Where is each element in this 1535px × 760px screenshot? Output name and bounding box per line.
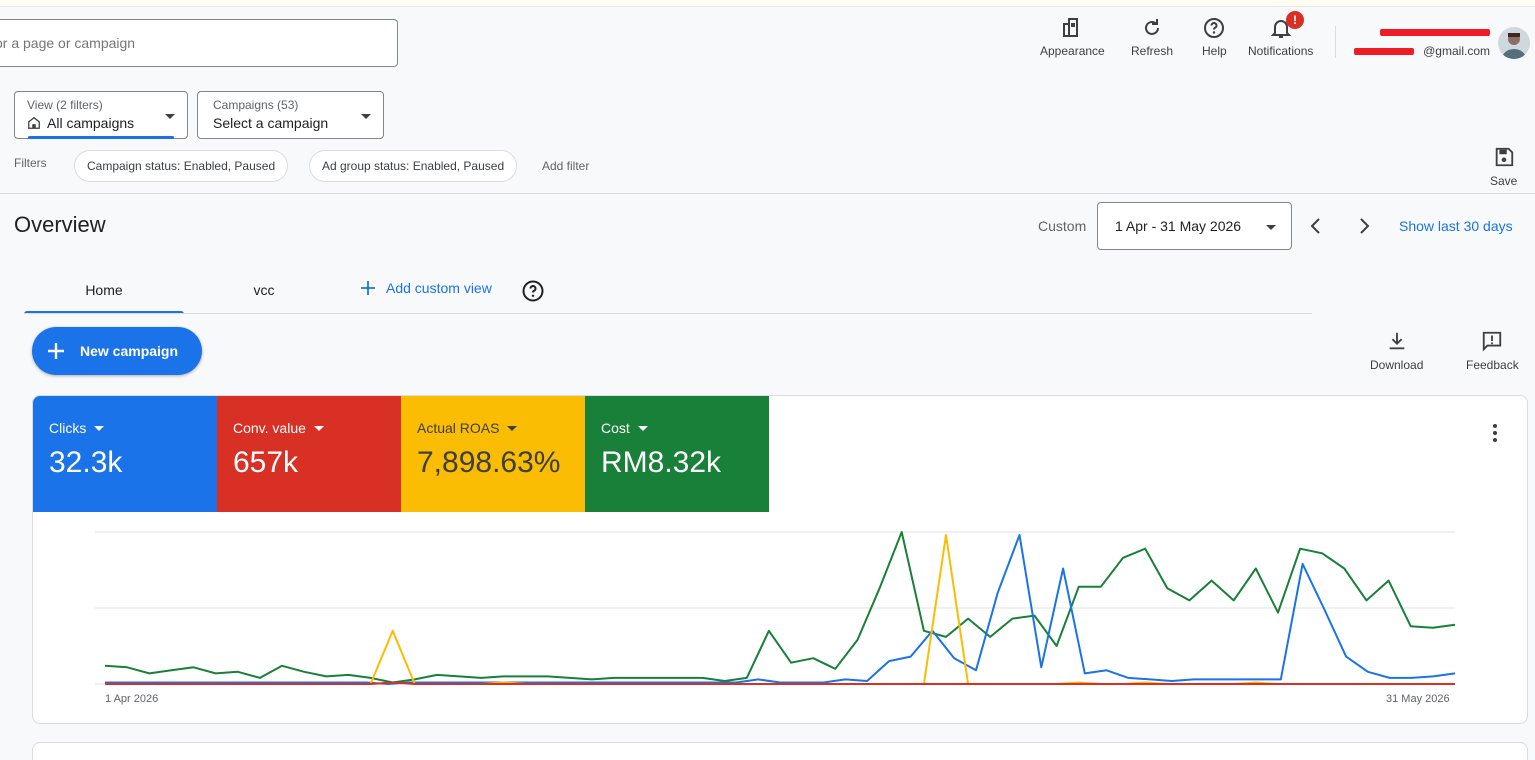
account-email: @gmail.com <box>1350 44 1490 58</box>
notification-badge: ! <box>1286 11 1304 29</box>
help-icon <box>1204 18 1225 38</box>
new-campaign-button[interactable]: New campaign <box>32 327 202 375</box>
metric-value: RM8.32k <box>601 446 722 479</box>
header-divider <box>0 193 1535 194</box>
chevron-down-icon <box>1266 225 1276 230</box>
appearance-label: Appearance <box>1040 44 1105 58</box>
feedback-icon <box>1483 331 1502 352</box>
view-dropdown-value: All campaigns <box>47 115 135 131</box>
avatar[interactable] <box>1498 27 1530 59</box>
help-button[interactable]: Help <box>1202 16 1227 58</box>
metric-conv-value[interactable]: Conv. value 657k <box>217 396 401 512</box>
performance-chart <box>95 531 1456 685</box>
add-custom-view-button[interactable]: Add custom view <box>360 280 492 296</box>
filter-chip-campaign-status[interactable]: Campaign status: Enabled, Paused <box>74 150 289 182</box>
date-mode-label: Custom <box>1038 218 1087 234</box>
search-input[interactable] <box>0 35 375 51</box>
campaign-dropdown[interactable]: Campaigns (53) Select a campaign <box>197 91 384 139</box>
metric-label: Clicks <box>49 420 87 436</box>
plus-icon <box>48 343 64 359</box>
caret-down-icon <box>313 425 324 431</box>
feedback-button[interactable]: Feedback <box>1466 330 1519 372</box>
metric-cost[interactable]: Cost RM8.32k <box>585 396 769 512</box>
view-dropdown-caption: View (2 filters) <box>27 98 103 112</box>
account-info[interactable]: @gmail.com <box>1350 26 1490 58</box>
caret-down-icon <box>507 425 518 431</box>
tab-vcc[interactable]: vcc <box>184 282 344 298</box>
add-custom-view-label: Add custom view <box>386 280 492 296</box>
download-button[interactable]: Download <box>1370 330 1423 372</box>
x-axis-end-label: 31 May 2026 <box>1386 693 1450 705</box>
performance-card: Clicks 32.3k Conv. value 657k Actual ROA… <box>32 395 1528 724</box>
date-range-dropdown[interactable]: 1 Apr - 31 May 2026 <box>1097 202 1292 250</box>
account-divider <box>1335 26 1336 58</box>
metric-value: 657k <box>233 446 299 479</box>
add-filter-button[interactable]: Add filter <box>542 159 589 173</box>
campaign-dropdown-caption: Campaigns (53) <box>213 98 299 112</box>
metric-value: 7,898.63% <box>417 446 561 479</box>
view-dropdown[interactable]: View (2 filters) All campaigns <box>14 91 188 139</box>
more-vert-icon[interactable] <box>1493 424 1497 442</box>
download-icon <box>1389 332 1405 350</box>
page-title: Overview <box>14 212 106 237</box>
campaign-dropdown-value: Select a campaign <box>213 115 329 131</box>
save-button[interactable]: Save <box>1490 146 1517 188</box>
account-email-suffix: @gmail.com <box>1423 44 1490 58</box>
filters-label: Filters <box>14 156 47 170</box>
chevron-left-icon[interactable] <box>1304 214 1328 238</box>
chart-series-line-2 <box>105 534 1455 685</box>
chart-series-line-1 <box>105 534 1456 685</box>
refresh-label: Refresh <box>1131 44 1174 58</box>
tabs-divider <box>24 313 1312 314</box>
store-icon <box>28 116 40 129</box>
chevron-down-icon <box>165 114 175 119</box>
avatar-image <box>1502 33 1526 59</box>
help-label: Help <box>1202 44 1227 58</box>
save-label: Save <box>1490 174 1518 188</box>
feedback-label: Feedback <box>1466 358 1519 372</box>
tab-home[interactable]: Home <box>24 282 184 298</box>
x-axis-start-label: 1 Apr 2026 <box>105 693 159 705</box>
refresh-button[interactable]: Refresh <box>1131 16 1173 58</box>
notifications-label: Notifications <box>1248 44 1314 58</box>
account-id-redacted <box>1350 26 1490 40</box>
view-dropdown-active-bar <box>28 136 174 139</box>
save-icon <box>1495 147 1513 167</box>
date-range-value: 1 Apr - 31 May 2026 <box>1115 218 1242 234</box>
filter-chip-ad-group-status[interactable]: Ad group status: Enabled, Paused <box>309 150 518 182</box>
refresh-icon <box>1145 19 1160 35</box>
metric-clicks[interactable]: Clicks 32.3k <box>33 396 217 512</box>
metric-label: Cost <box>601 420 630 436</box>
metric-label: Conv. value <box>233 420 306 436</box>
new-campaign-label: New campaign <box>80 343 179 359</box>
plus-icon <box>361 281 375 295</box>
appearance-button[interactable]: Appearance <box>1040 16 1105 58</box>
chevron-right-icon[interactable] <box>1352 214 1376 238</box>
metric-label: Actual ROAS <box>417 420 500 436</box>
metric-actual-roas[interactable]: Actual ROAS 7,898.63% <box>401 396 585 512</box>
download-label: Download <box>1370 358 1424 372</box>
top-banner-strip <box>0 0 1535 7</box>
caret-down-icon <box>637 425 648 431</box>
chevron-down-icon <box>361 114 371 119</box>
metric-value: 32.3k <box>49 446 123 479</box>
show-last-30-days-link[interactable]: Show last 30 days <box>1399 218 1513 234</box>
caret-down-icon <box>94 425 105 431</box>
help-circle-icon[interactable] <box>521 279 545 303</box>
chart-series-line-0 <box>104 531 1456 684</box>
search-box[interactable] <box>0 19 398 67</box>
appearance-icon <box>1063 18 1079 37</box>
notifications-button[interactable]: ! Notifications <box>1248 11 1314 58</box>
secondary-card <box>32 742 1528 760</box>
